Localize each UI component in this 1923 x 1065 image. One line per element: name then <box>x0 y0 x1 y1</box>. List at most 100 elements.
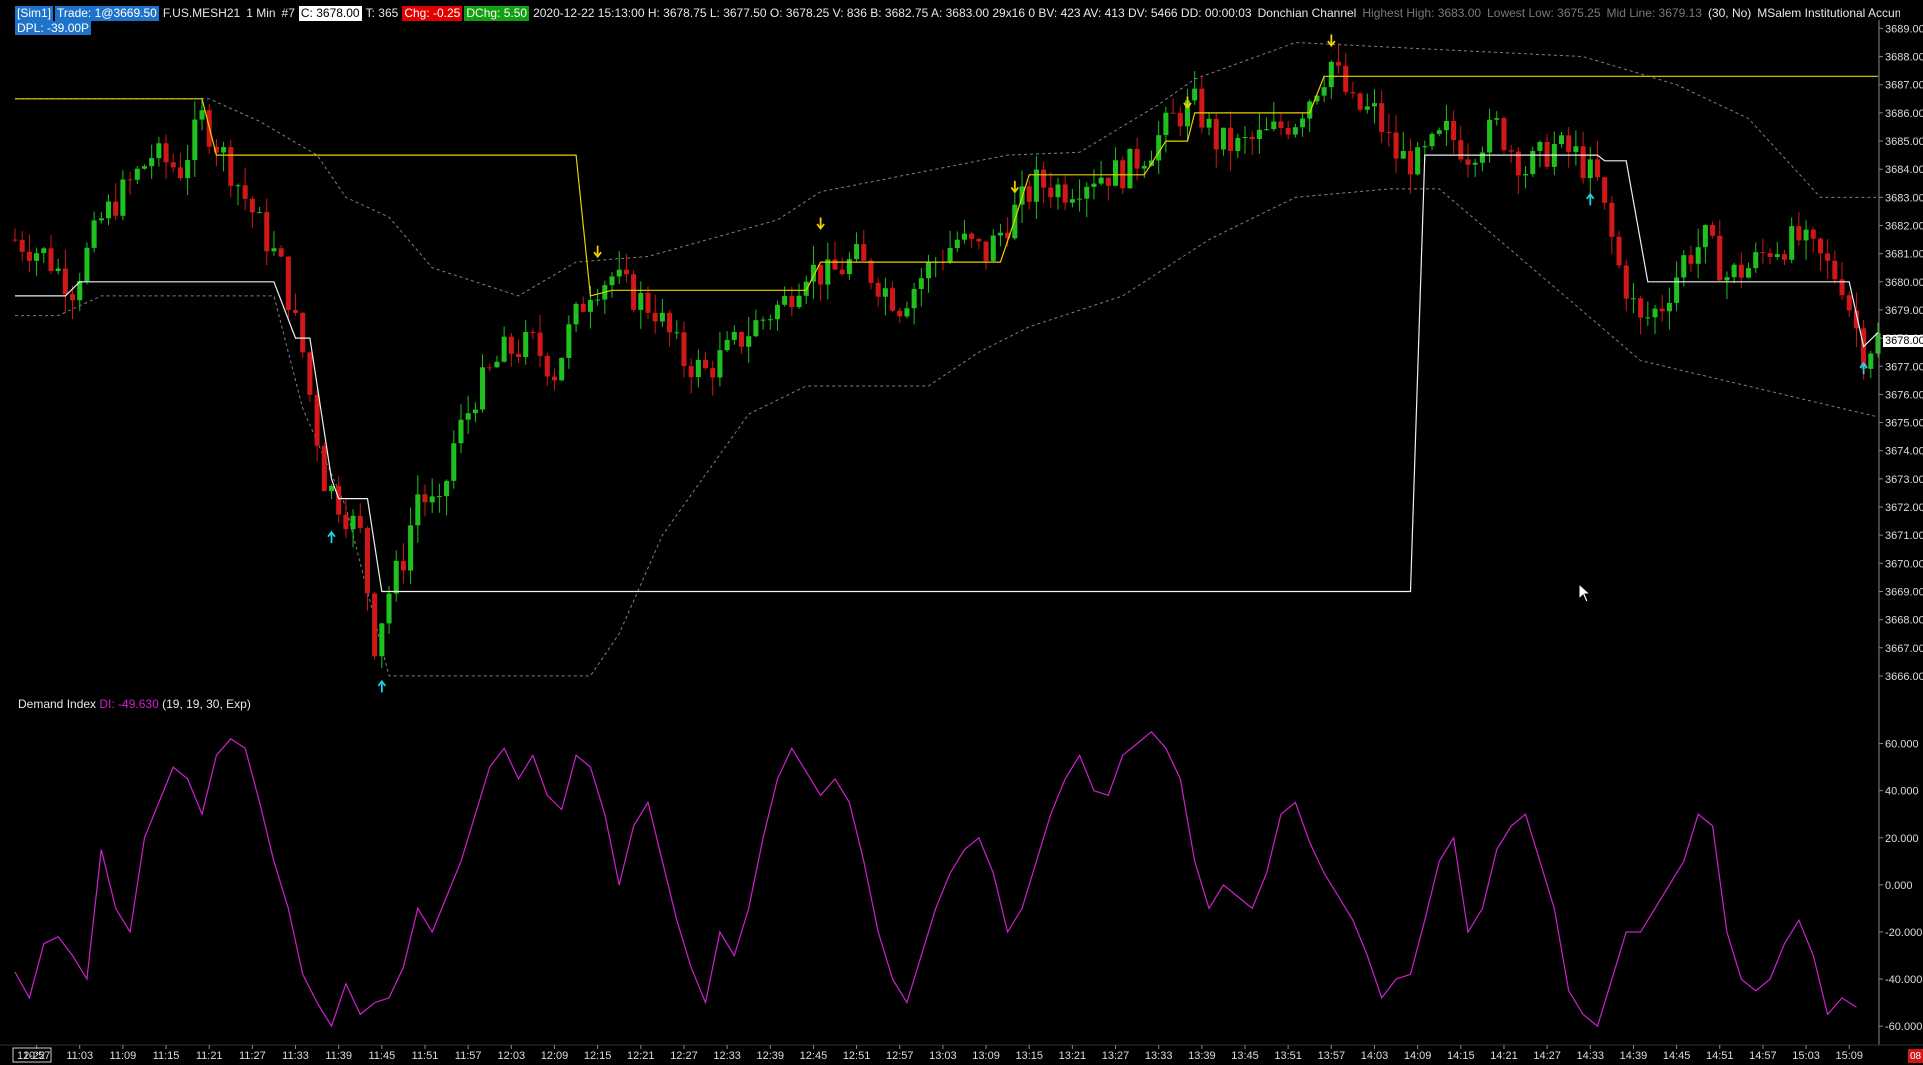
candle-body <box>710 368 716 378</box>
price-tick-label: 3685.00 <box>1885 136 1923 148</box>
candle-body <box>508 336 514 354</box>
candle-body <box>113 201 119 216</box>
candle-body <box>1127 148 1133 189</box>
time-tick-label: 11:15 <box>153 1050 180 1062</box>
candle-body <box>573 303 579 325</box>
candle-body <box>587 300 593 312</box>
candle-body <box>1587 159 1593 179</box>
candle-body <box>242 185 248 199</box>
candle-body <box>645 293 651 313</box>
indicator-tick-label: 60.000 <box>1885 739 1919 751</box>
candle-body <box>1443 120 1449 131</box>
candle-body <box>336 485 342 515</box>
indicator-tick-label: 40.000 <box>1885 786 1919 798</box>
candle-body <box>1537 141 1543 151</box>
candle-body <box>1026 186 1032 202</box>
candle-body <box>1371 103 1378 107</box>
candle-body <box>185 160 191 179</box>
tick-count: T: 365 <box>365 6 399 20</box>
candle-body <box>1630 298 1636 300</box>
candle-body <box>120 179 126 216</box>
candle-body <box>494 361 500 368</box>
candle-body <box>249 198 255 213</box>
candle-body <box>1199 88 1205 128</box>
price-tick-label: 3674.00 <box>1885 446 1923 458</box>
chart-canvas[interactable]: 3689.00 3688.00 3687.00 3686.00 3685.00 3684.… <box>0 0 1923 1065</box>
candle-body <box>1278 121 1284 129</box>
candle-body <box>1659 308 1665 312</box>
demand-index-panel[interactable] <box>14 730 1857 1028</box>
candle-body <box>1479 152 1485 163</box>
candle-body <box>480 367 486 410</box>
candle-body <box>1580 146 1586 179</box>
candle-body <box>1062 184 1068 203</box>
candle-body <box>1558 135 1565 145</box>
time-tick-label: 11:33 <box>282 1050 309 1062</box>
candle-body <box>911 288 917 309</box>
indicator-tick-label: -40.000 <box>1885 974 1922 986</box>
time-tick-label: 12:51 <box>843 1050 871 1062</box>
candle-body <box>1573 146 1579 152</box>
time-tick-label: 13:33 <box>1145 1050 1173 1062</box>
time-tick-label: 15:03 <box>1792 1050 1820 1062</box>
candle-body <box>832 259 838 270</box>
price-tick-label: 3683.00 <box>1885 192 1923 204</box>
candle-body <box>638 293 644 310</box>
candle-body <box>1616 236 1622 266</box>
time-tick-label: 12:57 <box>886 1050 914 1062</box>
price-tick-label: 3667.00 <box>1885 643 1923 655</box>
candle-body <box>458 419 464 444</box>
indicator-tick-label: -20.000 <box>1885 927 1922 939</box>
candle-body <box>652 312 658 322</box>
candle-body <box>789 296 795 308</box>
time-tick-label: 14:45 <box>1663 1050 1691 1062</box>
candle-body <box>293 310 299 313</box>
candle-body <box>328 485 335 492</box>
candle-body <box>1666 302 1672 312</box>
candle-body <box>760 319 766 321</box>
candle-body <box>1077 198 1083 200</box>
price-tick-label: 3671.00 <box>1885 530 1923 542</box>
strategy-name[interactable]: MSalem Institutional Accumulation Tradin… <box>1755 6 1900 21</box>
candle-body <box>976 238 982 242</box>
buy-arrow-icon <box>377 679 387 693</box>
interval-label[interactable]: 1 Min <box>244 6 277 21</box>
study-name[interactable]: Donchian Channel <box>1256 6 1359 21</box>
candle-body <box>84 247 90 282</box>
candle-body <box>746 336 752 347</box>
candle-body <box>1609 202 1615 237</box>
sell-arrow-icon <box>1010 180 1020 194</box>
donchian-channel <box>15 41 1879 677</box>
candle-body <box>990 235 996 261</box>
candle-body <box>393 560 399 594</box>
indicator-name[interactable]: Demand Index <box>18 697 96 711</box>
candle-body <box>1494 118 1500 120</box>
candle-body <box>530 332 536 334</box>
price-tick-label: 3686.00 <box>1885 108 1923 120</box>
time-tick-label: 11:27 <box>239 1050 266 1062</box>
time-tick-label: 11:51 <box>412 1050 439 1062</box>
account-label[interactable]: [Sim1] <box>15 6 54 21</box>
instrument-label[interactable]: F.US.MESH21 <box>161 6 242 21</box>
candlestick-series[interactable] <box>12 43 1881 669</box>
candle-body <box>444 480 450 497</box>
candle-body <box>1789 226 1795 260</box>
candle-body <box>897 310 903 317</box>
candle-body <box>70 294 76 301</box>
candle-body <box>1271 121 1277 130</box>
candle-body <box>839 269 845 275</box>
candle-body <box>1350 92 1356 94</box>
candle-body <box>1400 150 1406 159</box>
candle-body <box>1163 112 1169 136</box>
price-tick-label: 3666.00 <box>1885 671 1923 683</box>
candle-body <box>695 359 701 378</box>
time-tick-label: 12:09 <box>541 1050 569 1062</box>
candle-body <box>41 248 47 254</box>
trend-lines <box>15 75 1879 593</box>
candle-body <box>1796 226 1802 241</box>
candle-body <box>1774 254 1780 257</box>
time-tick-label: 11:39 <box>325 1050 352 1062</box>
candle-body <box>515 353 522 357</box>
candle-body <box>55 268 61 272</box>
candle-body <box>1523 174 1529 176</box>
